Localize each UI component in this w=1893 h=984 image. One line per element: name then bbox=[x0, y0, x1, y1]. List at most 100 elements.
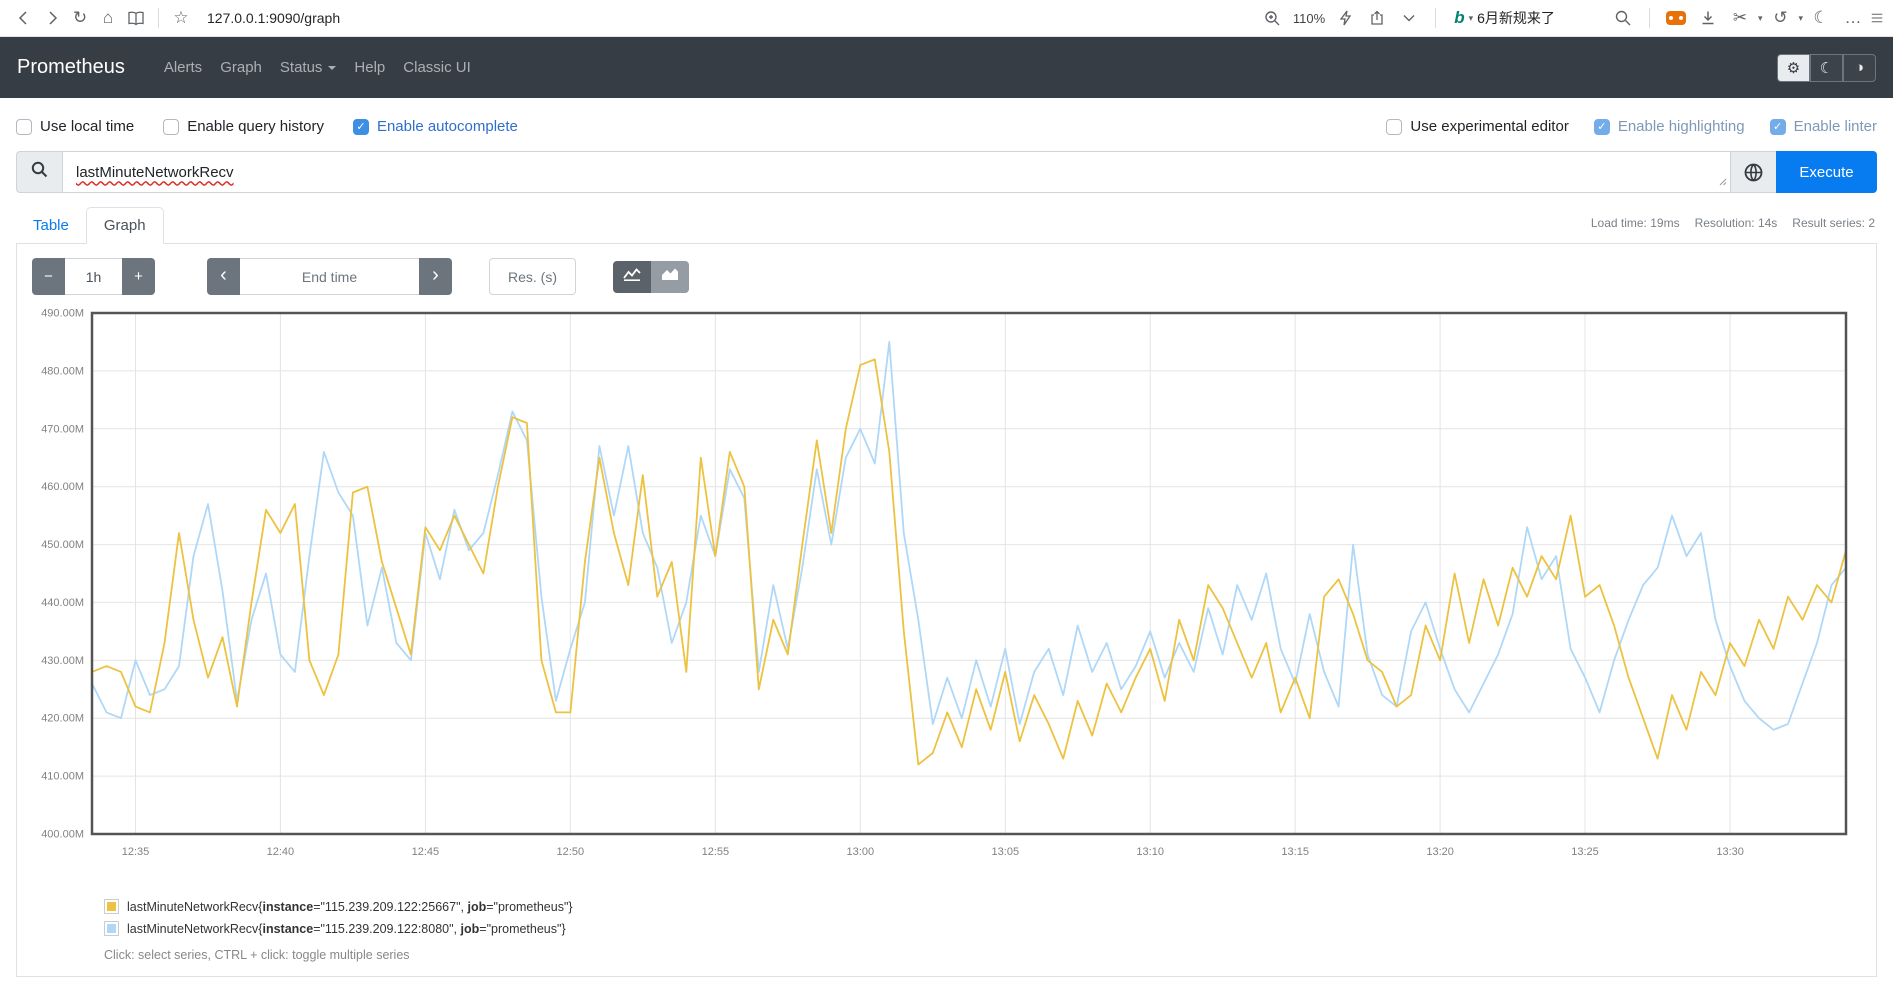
svg-text:13:25: 13:25 bbox=[1571, 846, 1599, 858]
query-expression-text: lastMinuteNetworkRecv bbox=[76, 164, 234, 181]
divider bbox=[1649, 8, 1650, 28]
stat-result-series: Result series: 2 bbox=[1792, 216, 1875, 230]
caret-down-icon[interactable]: ▾ bbox=[1798, 13, 1803, 24]
line-chart-toggle-button[interactable] bbox=[613, 261, 651, 293]
sidebar-icon[interactable] bbox=[1871, 4, 1883, 32]
zoom-in-icon[interactable] bbox=[1259, 4, 1287, 32]
resolution-input[interactable] bbox=[489, 258, 576, 295]
panel-tabs: Table Graph Load time: 19ms Resolution: … bbox=[16, 207, 1877, 244]
reading-list-icon[interactable] bbox=[122, 4, 150, 32]
legend-item[interactable]: lastMinuteNetworkRecv{instance="115.239.… bbox=[104, 921, 1863, 936]
time-back-button[interactable]: ‹ bbox=[207, 258, 240, 295]
end-time-input[interactable] bbox=[240, 258, 419, 295]
option-enable-linter[interactable]: ✓ Enable linter bbox=[1770, 118, 1877, 135]
nav-item-help[interactable]: Help bbox=[345, 51, 394, 84]
more-options-icon[interactable]: … bbox=[1839, 4, 1867, 32]
checkbox-checked-icon[interactable]: ✓ bbox=[353, 119, 369, 135]
chart-svg[interactable]: 400.00M410.00M420.00M430.00M440.00M450.0… bbox=[30, 306, 1858, 868]
nav-item-classic-ui[interactable]: Classic UI bbox=[394, 51, 480, 84]
svg-text:13:30: 13:30 bbox=[1716, 846, 1744, 858]
option-enable-highlighting[interactable]: ✓ Enable highlighting bbox=[1594, 118, 1745, 135]
range-input[interactable] bbox=[65, 258, 122, 295]
checkbox-unchecked-icon[interactable] bbox=[1386, 119, 1402, 135]
legend-label: lastMinuteNetworkRecv{instance="115.239.… bbox=[127, 900, 573, 914]
stacked-chart-toggle-button[interactable] bbox=[651, 261, 689, 293]
graph-controls: − + ‹ › bbox=[32, 258, 1863, 295]
web-capture-scissors-icon[interactable]: ✂ bbox=[1726, 4, 1754, 32]
svg-text:12:45: 12:45 bbox=[412, 846, 440, 858]
end-time-group: ‹ › bbox=[207, 258, 452, 295]
theme-toggle-group: ⚙ ☾ ◑ bbox=[1777, 54, 1876, 82]
stat-load-time: Load time: 19ms bbox=[1591, 216, 1680, 230]
legend-swatch-icon bbox=[104, 899, 119, 914]
caret-down-icon[interactable]: ▾ bbox=[1758, 13, 1763, 24]
range-increase-button[interactable]: + bbox=[122, 258, 155, 295]
brand-prometheus[interactable]: Prometheus bbox=[17, 56, 125, 79]
time-forward-button[interactable]: › bbox=[419, 258, 452, 295]
svg-text:420.00M: 420.00M bbox=[41, 713, 84, 725]
svg-text:13:10: 13:10 bbox=[1136, 846, 1164, 858]
option-use-experimental-editor[interactable]: Use experimental editor bbox=[1386, 118, 1568, 135]
svg-text:13:15: 13:15 bbox=[1281, 846, 1309, 858]
dropdown-caret-icon bbox=[328, 66, 336, 70]
query-expression-input[interactable]: lastMinuteNetworkRecv bbox=[62, 151, 1730, 193]
refresh-icon[interactable]: ↻ bbox=[66, 4, 94, 32]
nav-item-alerts[interactable]: Alerts bbox=[155, 51, 211, 84]
legend-hint: Click: select series, CTRL + click: togg… bbox=[104, 948, 1863, 962]
games-controller-icon[interactable] bbox=[1662, 4, 1690, 32]
theme-auto-contrast-button[interactable]: ◑ bbox=[1843, 54, 1876, 82]
dark-mode-moon-icon[interactable]: ☾ bbox=[1807, 4, 1835, 32]
browser-toolbar: ↻ ⌂ ☆ 127.0.0.1:9090/graph 110% b ▾ 6月新规… bbox=[0, 0, 1893, 37]
downloads-icon[interactable] bbox=[1694, 4, 1722, 32]
performance-bolt-icon[interactable] bbox=[1331, 4, 1359, 32]
search-icon bbox=[31, 161, 48, 183]
home-icon[interactable]: ⌂ bbox=[94, 4, 122, 32]
tab-table[interactable]: Table bbox=[16, 208, 86, 243]
bing-search-widget[interactable]: b ▾ 6月新规来了 bbox=[1454, 8, 1555, 28]
query-search-addon bbox=[16, 151, 62, 193]
range-decrease-button[interactable]: − bbox=[32, 258, 65, 295]
nav-item-status[interactable]: Status bbox=[271, 51, 346, 84]
divider bbox=[1435, 8, 1436, 28]
address-bar-url[interactable]: 127.0.0.1:9090/graph bbox=[207, 10, 340, 26]
theme-light-gear-button[interactable]: ⚙ bbox=[1777, 54, 1810, 82]
contrast-circle-icon: ◑ bbox=[1855, 59, 1864, 76]
checkbox-checked-icon[interactable]: ✓ bbox=[1770, 119, 1786, 135]
bing-widget-text[interactable]: 6月新规来了 bbox=[1477, 8, 1555, 28]
query-stats: Load time: 19ms Resolution: 14s Result s… bbox=[1591, 216, 1875, 230]
svg-text:490.00M: 490.00M bbox=[41, 308, 84, 320]
option-enable-autocomplete[interactable]: ✓ Enable autocomplete bbox=[353, 118, 518, 135]
resize-handle[interactable] bbox=[1717, 173, 1727, 190]
svg-text:450.00M: 450.00M bbox=[41, 539, 84, 551]
share-icon[interactable] bbox=[1363, 4, 1391, 32]
back-icon[interactable] bbox=[10, 4, 38, 32]
execute-button[interactable]: Execute bbox=[1776, 151, 1877, 193]
theme-dark-moon-button[interactable]: ☾ bbox=[1810, 54, 1843, 82]
stat-resolution: Resolution: 14s bbox=[1695, 216, 1778, 230]
forward-icon[interactable] bbox=[38, 4, 66, 32]
svg-text:440.00M: 440.00M bbox=[41, 597, 84, 609]
checkbox-checked-icon[interactable]: ✓ bbox=[1594, 119, 1610, 135]
option-enable-query-history[interactable]: Enable query history bbox=[163, 118, 324, 135]
svg-text:400.00M: 400.00M bbox=[41, 829, 84, 841]
caret-down-icon: ▾ bbox=[1469, 13, 1474, 24]
chart-type-toggle bbox=[613, 261, 689, 293]
checkbox-unchecked-icon[interactable] bbox=[163, 119, 179, 135]
svg-text:480.00M: 480.00M bbox=[41, 365, 84, 377]
gear-icon: ⚙ bbox=[1787, 59, 1800, 77]
metrics-explorer-globe-button[interactable] bbox=[1730, 151, 1776, 193]
favorite-star-icon[interactable]: ☆ bbox=[167, 4, 195, 32]
chart-legend: lastMinuteNetworkRecv{instance="115.239.… bbox=[104, 899, 1863, 936]
chart-area[interactable]: 400.00M410.00M420.00M430.00M440.00M450.0… bbox=[30, 306, 1863, 873]
checkbox-unchecked-icon[interactable] bbox=[16, 119, 32, 135]
legend-item[interactable]: lastMinuteNetworkRecv{instance="115.239.… bbox=[104, 899, 1863, 914]
tab-graph[interactable]: Graph bbox=[86, 207, 164, 244]
zoom-level-label[interactable]: 110% bbox=[1293, 11, 1325, 26]
undo-icon[interactable]: ↺ bbox=[1766, 4, 1794, 32]
chevron-down-icon[interactable] bbox=[1395, 4, 1423, 32]
nav-item-graph[interactable]: Graph bbox=[211, 51, 271, 84]
options-row: Use local time Enable query history ✓ En… bbox=[0, 98, 1893, 151]
search-icon[interactable] bbox=[1609, 4, 1637, 32]
option-use-local-time[interactable]: Use local time bbox=[16, 118, 134, 135]
bing-logo-icon: b bbox=[1454, 8, 1464, 28]
